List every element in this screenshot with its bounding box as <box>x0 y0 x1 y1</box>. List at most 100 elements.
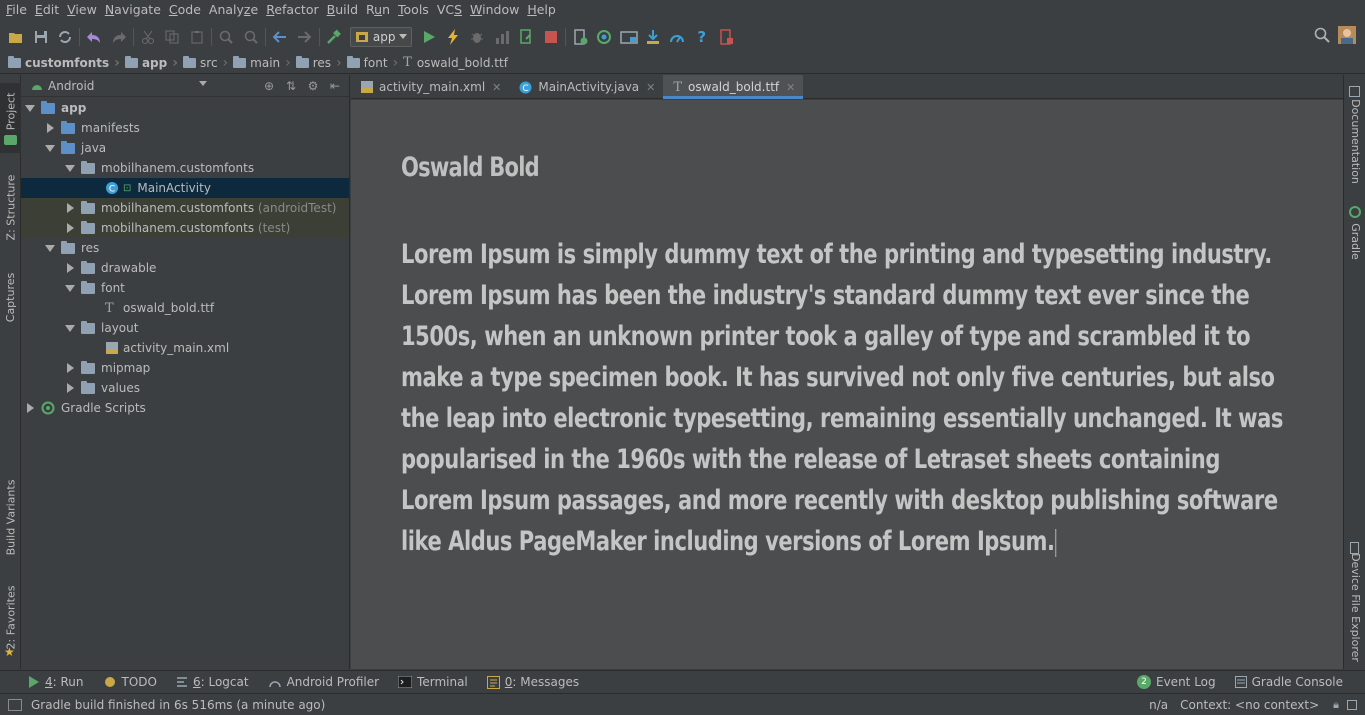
chevron-down-icon[interactable] <box>199 81 207 86</box>
cursor-position[interactable]: n/a <box>1149 698 1168 712</box>
cut-icon[interactable] <box>139 28 157 46</box>
tool-window-structure[interactable]: Z: Structure <box>0 170 21 245</box>
tree-node-font-file[interactable]: T oswald_bold.ttf <box>21 298 349 318</box>
menu-item[interactable]: Run <box>362 0 394 20</box>
search-everywhere-icon[interactable] <box>1313 26 1331 44</box>
device-manager-icon[interactable] <box>717 28 735 46</box>
memory-indicator-icon[interactable] <box>1347 700 1357 710</box>
collapse-all-icon[interactable]: ⇅ <box>283 78 299 94</box>
replace-icon[interactable] <box>242 28 260 46</box>
expand-toggle-icon[interactable] <box>64 222 76 234</box>
tool-window-gradle[interactable]: Gradle <box>1344 221 1365 261</box>
expand-toggle-icon[interactable] <box>64 282 76 294</box>
close-icon[interactable]: ✕ <box>786 81 795 94</box>
expand-toggle-icon[interactable] <box>64 202 76 214</box>
stop-icon[interactable] <box>542 28 560 46</box>
tree-node-package-test[interactable]: mobilhanem.customfonts (test) <box>21 218 349 238</box>
open-folder-icon[interactable] <box>7 28 25 46</box>
close-icon[interactable]: ✕ <box>492 81 501 94</box>
status-message[interactable]: Gradle build finished in 6s 516ms (a min… <box>31 698 325 712</box>
undo-icon[interactable] <box>85 28 103 46</box>
breadcrumb-item-font[interactable]: font › <box>346 55 404 71</box>
expand-toggle-icon[interactable] <box>24 402 36 414</box>
tab-main-activity-java[interactable]: C MainActivity.java ✕ <box>509 75 663 99</box>
locate-file-icon[interactable]: ⊕ <box>261 78 277 94</box>
tree-node-layout[interactable]: layout <box>21 318 349 338</box>
debug-icon[interactable] <box>468 28 486 46</box>
expand-toggle-icon[interactable] <box>44 242 56 254</box>
tree-node-mipmap[interactable]: mipmap <box>21 358 349 378</box>
tree-node-package-android-test[interactable]: mobilhanem.customfonts (androidTest) <box>21 198 349 218</box>
forward-icon[interactable] <box>295 28 313 46</box>
tree-node-res[interactable]: res <box>21 238 349 258</box>
menu-item[interactable]: Help <box>523 0 560 20</box>
breadcrumb-item-main[interactable]: main › <box>233 55 296 71</box>
menu-item[interactable]: VCS <box>433 0 466 20</box>
expand-toggle-icon[interactable] <box>44 122 56 134</box>
menu-item[interactable]: Tools <box>394 0 433 20</box>
expand-toggle-icon[interactable] <box>64 362 76 374</box>
run-icon[interactable] <box>420 28 438 46</box>
make-project-icon[interactable] <box>325 28 343 46</box>
breadcrumb-item-app[interactable]: app › <box>124 55 183 71</box>
tree-node-gradle-scripts[interactable]: Gradle Scripts <box>21 398 349 418</box>
menu-item[interactable]: File <box>2 0 31 20</box>
expand-toggle-icon[interactable] <box>64 162 76 174</box>
tool-window-favorites[interactable]: 2: Favorites <box>0 580 21 655</box>
close-icon[interactable]: ✕ <box>646 81 655 94</box>
profile-icon[interactable] <box>493 28 511 46</box>
tool-window-logcat[interactable]: 6: Logcat <box>176 675 249 689</box>
tool-window-build-variants[interactable]: Build Variants <box>0 470 21 565</box>
tree-node-font[interactable]: font <box>21 278 349 298</box>
save-icon[interactable] <box>32 28 50 46</box>
redo-icon[interactable] <box>110 28 128 46</box>
tool-window-terminal[interactable]: Terminal <box>398 675 468 689</box>
menu-item[interactable]: Refactor <box>262 0 322 20</box>
menu-item[interactable]: Edit <box>31 0 63 20</box>
expand-toggle-icon[interactable] <box>64 382 76 394</box>
status-context[interactable]: Context: <no context> <box>1180 698 1319 712</box>
back-icon[interactable] <box>271 28 289 46</box>
menu-item[interactable]: Build <box>323 0 362 20</box>
toggle-tool-windows-icon[interactable] <box>8 698 22 711</box>
tree-node-app[interactable]: app <box>21 98 349 118</box>
breadcrumb-item-customfonts[interactable]: customfonts › <box>8 55 125 71</box>
tool-window-todo[interactable]: TODO <box>103 675 157 689</box>
breadcrumb-item-oswald-bold[interactable]: Toswald_bold.ttf <box>403 55 508 70</box>
sync-gradle-icon[interactable] <box>595 28 613 46</box>
breadcrumb-item-res[interactable]: res › <box>295 55 347 71</box>
menu-item[interactable]: View <box>63 0 101 20</box>
help-icon[interactable]: ? <box>693 28 711 46</box>
lock-icon[interactable]: 🔒︎ <box>1333 698 1339 712</box>
settings-gear-icon[interactable]: ⚙ <box>305 78 321 94</box>
project-view-select[interactable]: Android <box>48 79 94 93</box>
tool-window-captures[interactable]: Captures <box>0 265 21 330</box>
expand-toggle-icon[interactable] <box>24 102 36 114</box>
tool-window-event-log[interactable]: 2 Event Log <box>1137 675 1216 689</box>
tool-window-run[interactable]: 4: Run <box>28 675 84 689</box>
sdk-manager-icon[interactable] <box>644 28 662 46</box>
copy-icon[interactable] <box>163 28 181 46</box>
project-structure-icon[interactable] <box>619 28 638 46</box>
tool-window-gradle-console[interactable]: Gradle Console <box>1234 675 1343 689</box>
tree-node-manifests[interactable]: manifests <box>21 118 349 138</box>
tool-window-messages[interactable]: 0: Messages <box>486 675 579 689</box>
expand-toggle-icon[interactable] <box>64 322 76 334</box>
tool-window-documentation[interactable]: Documentation <box>1344 99 1365 184</box>
menu-item[interactable]: Navigate <box>101 0 165 20</box>
expand-toggle-icon[interactable] <box>64 262 76 274</box>
tool-window-android-profiler[interactable]: Android Profiler <box>268 675 379 689</box>
tree-node-drawable[interactable]: drawable <box>21 258 349 278</box>
apply-changes-icon[interactable] <box>444 28 462 46</box>
hide-panel-icon[interactable]: ⇤ <box>327 78 343 94</box>
avd-manager-icon[interactable] <box>571 28 589 46</box>
run-configuration-select[interactable]: app <box>349 26 413 47</box>
user-avatar-icon[interactable] <box>1337 26 1356 44</box>
paste-icon[interactable] <box>188 28 206 46</box>
breadcrumb-item-src[interactable]: src › <box>183 55 233 71</box>
attach-debugger-icon[interactable] <box>517 28 535 46</box>
tab-activity-main-xml[interactable]: activity_main.xml ✕ <box>351 75 509 99</box>
tree-node-main-activity[interactable]: C ⊡ MainActivity <box>21 178 349 198</box>
sync-icon[interactable] <box>56 28 74 46</box>
menu-item[interactable]: Analyze <box>205 0 262 20</box>
